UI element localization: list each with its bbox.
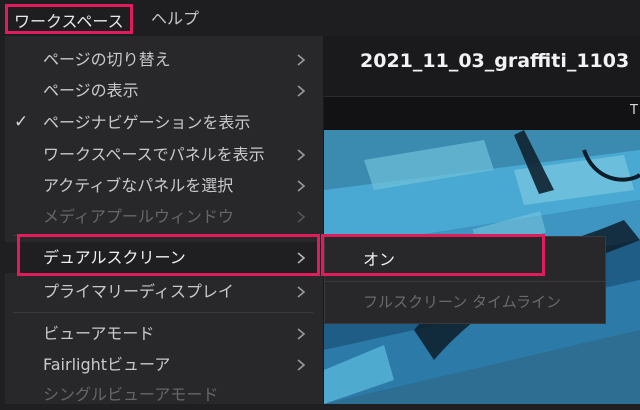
menu-item-show-panels[interactable]: ワークスペースでパネルを表示 [5, 139, 323, 170]
submenu-item-on[interactable]: オン [325, 243, 605, 277]
menu-divider [13, 235, 313, 236]
tab-indicator[interactable]: T [630, 103, 638, 118]
menu-item-select-active-panel[interactable]: アクティブなパネルを選択 [5, 170, 323, 201]
workspace-menu: ページの切り替え ページの表示 ✓ ページナビゲーションを表示 ワークスペースで… [5, 36, 324, 404]
menu-item-show-page-navigation[interactable]: ✓ ページナビゲーションを表示 [5, 107, 323, 138]
menu-item-label: プライマリーディスプレイ [43, 282, 234, 301]
menu-item-switch-page[interactable]: ページの切り替え [5, 44, 323, 75]
chevron-right-icon [295, 201, 309, 232]
menu-item-label: メディアプールウィンドウ [43, 207, 234, 226]
project-title: 2021_11_03_graffiti_1103 [360, 50, 630, 72]
menu-item-media-pool-window: メディアプールウィンドウ [5, 201, 323, 232]
submenu-item-label: フルスクリーン タイムライン [363, 293, 561, 311]
submenu-item-label: オン [363, 250, 396, 269]
submenu-item-fullscreen-timeline: フルスクリーン タイムライン [325, 285, 605, 319]
menu-item-label: アクティブなパネルを選択 [43, 176, 234, 195]
menu-item-label: ワークスペースでパネルを表示 [43, 145, 265, 164]
chevron-right-icon [295, 318, 309, 349]
menu-item-single-viewer-mode: シングルビューアモード [5, 379, 323, 410]
chevron-right-icon [295, 349, 309, 380]
chevron-right-icon [295, 44, 309, 75]
menu-item-primary-display[interactable]: プライマリーディスプレイ [5, 276, 323, 307]
menu-item-label: ページの切り替え [43, 50, 171, 69]
menu-item-label: デュアルスクリーン [43, 248, 186, 267]
menu-item-label: ビューアモード [43, 324, 155, 343]
chevron-right-icon [295, 170, 309, 201]
chevron-right-icon [295, 75, 309, 106]
menu-item-show-page[interactable]: ページの表示 [5, 75, 323, 106]
chevron-right-icon [295, 276, 309, 307]
menu-item-label: シングルビューアモード [43, 385, 219, 404]
dual-screen-submenu: オン フルスクリーン タイムライン [324, 236, 606, 324]
title-bar: 2021_11_03_graffiti_1103 [324, 36, 640, 96]
chevron-right-icon [295, 139, 309, 170]
menu-item-label: Fairlightビューア [43, 355, 171, 374]
submenu-divider [325, 281, 605, 282]
menu-item-dual-screen[interactable]: デュアルスクリーン [5, 242, 323, 273]
menu-item-viewer-mode[interactable]: ビューアモード [5, 318, 323, 349]
menu-item-fairlight-viewer[interactable]: Fairlightビューア [5, 349, 323, 380]
menu-item-label: ページの表示 [43, 81, 139, 100]
menu-divider [13, 312, 313, 313]
tab-strip: T [324, 96, 640, 131]
menu-help[interactable]: ヘルプ [143, 4, 207, 34]
menu-bar: ワークスペース ヘルプ [0, 0, 640, 36]
chevron-right-icon [295, 242, 309, 273]
checkmark-icon: ✓ [14, 112, 29, 132]
menu-item-label: ページナビゲーションを表示 [43, 113, 251, 132]
menu-workspace[interactable]: ワークスペース [5, 4, 133, 34]
